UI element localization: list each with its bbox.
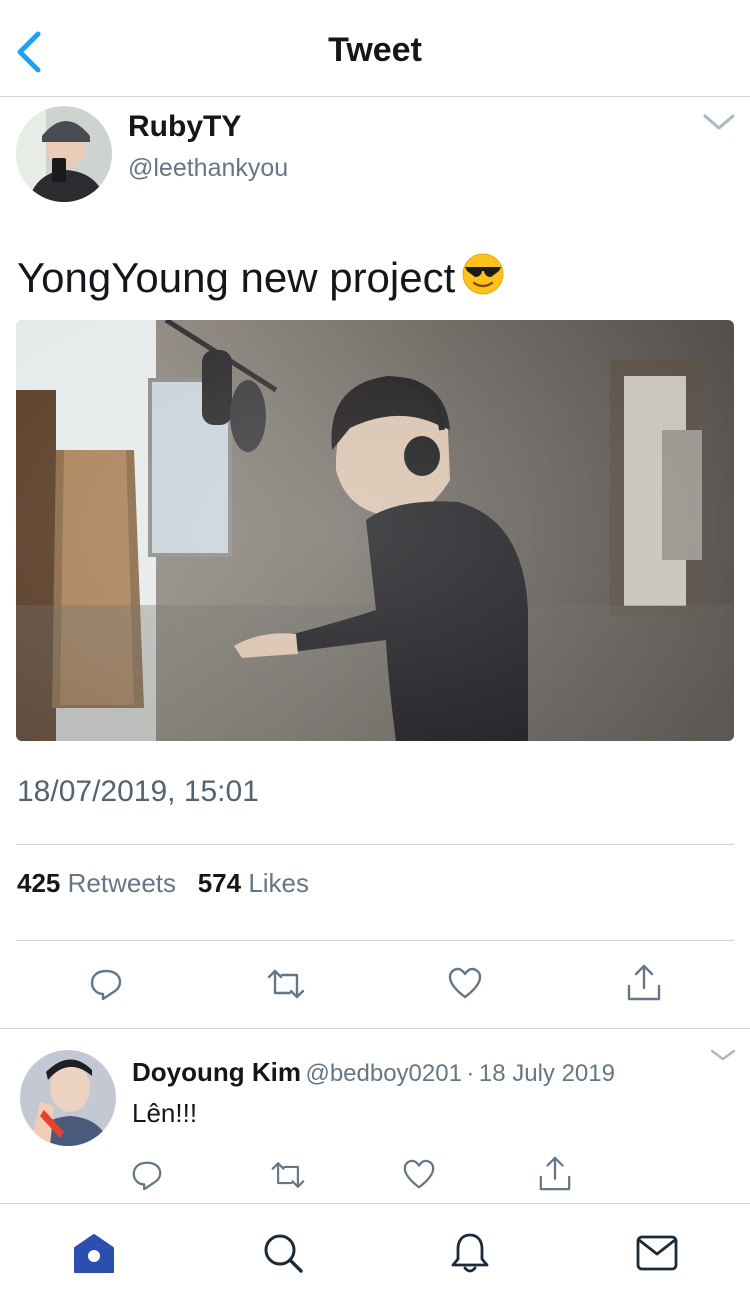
retweets-stat[interactable]: 425 Retweets <box>17 868 176 898</box>
tweet-text: YongYoung new project <box>17 252 505 304</box>
retweet-icon[interactable] <box>266 966 306 1002</box>
like-heart-icon[interactable] <box>447 966 483 1002</box>
search-icon <box>264 1234 303 1273</box>
top-navigation-bar: Tweet <box>0 0 750 97</box>
reply-author-avatar[interactable] <box>20 1050 116 1146</box>
mail-icon <box>636 1235 678 1271</box>
reply-icon[interactable] <box>88 966 124 1002</box>
tab-home[interactable] <box>72 1232 116 1274</box>
tweet-timestamp: 18/07/2019, 15:01 <box>17 775 259 808</box>
bell-icon <box>451 1233 489 1273</box>
likes-stat[interactable]: 574 Likes <box>198 868 309 898</box>
reply-share-icon[interactable] <box>538 1156 572 1192</box>
retweet-label: Retweets <box>67 868 177 898</box>
tab-search[interactable] <box>262 1232 304 1274</box>
author-handle[interactable]: @leethankyou <box>128 154 288 183</box>
page-title: Tweet <box>328 31 422 69</box>
author-name[interactable]: RubyTY <box>128 110 241 144</box>
bottom-tab-bar <box>0 1203 750 1302</box>
reply-more-chevron-icon[interactable] <box>710 1048 736 1062</box>
reply-retweet-icon[interactable] <box>270 1158 306 1192</box>
divider <box>0 1028 750 1029</box>
sunglasses-emoji-icon <box>461 252 505 296</box>
divider <box>16 844 734 845</box>
tweet-media-photo[interactable] <box>16 320 734 741</box>
back-chevron-icon[interactable] <box>14 28 44 76</box>
engagement-stats: 425 Retweets 574 Likes <box>17 868 309 899</box>
retweet-count: 425 <box>17 868 61 898</box>
like-label: Likes <box>248 868 310 898</box>
home-icon <box>74 1234 114 1273</box>
like-count: 574 <box>197 868 242 898</box>
meta-separator: · <box>466 1060 475 1087</box>
reply-date: 18 July 2019 <box>478 1060 615 1087</box>
divider <box>16 940 734 941</box>
share-icon[interactable] <box>626 964 662 1002</box>
reply-author-handle[interactable]: @bedboy0201 <box>305 1060 462 1087</box>
reply-author-name[interactable]: Doyoung Kim <box>132 1057 301 1087</box>
tab-notifications[interactable] <box>450 1231 490 1275</box>
reply-header: Doyoung Kim @bedboy0201 · 18 July 2019 <box>132 1057 615 1088</box>
author-avatar[interactable] <box>16 106 112 202</box>
more-options-chevron-icon[interactable] <box>702 112 736 132</box>
reply-text: Lên!!! <box>132 1098 198 1128</box>
reply-like-heart-icon[interactable] <box>402 1158 436 1192</box>
tweet-text-content: YongYoung new project <box>17 254 456 301</box>
tab-messages[interactable] <box>636 1234 678 1272</box>
reply-reply-icon[interactable] <box>130 1158 164 1192</box>
